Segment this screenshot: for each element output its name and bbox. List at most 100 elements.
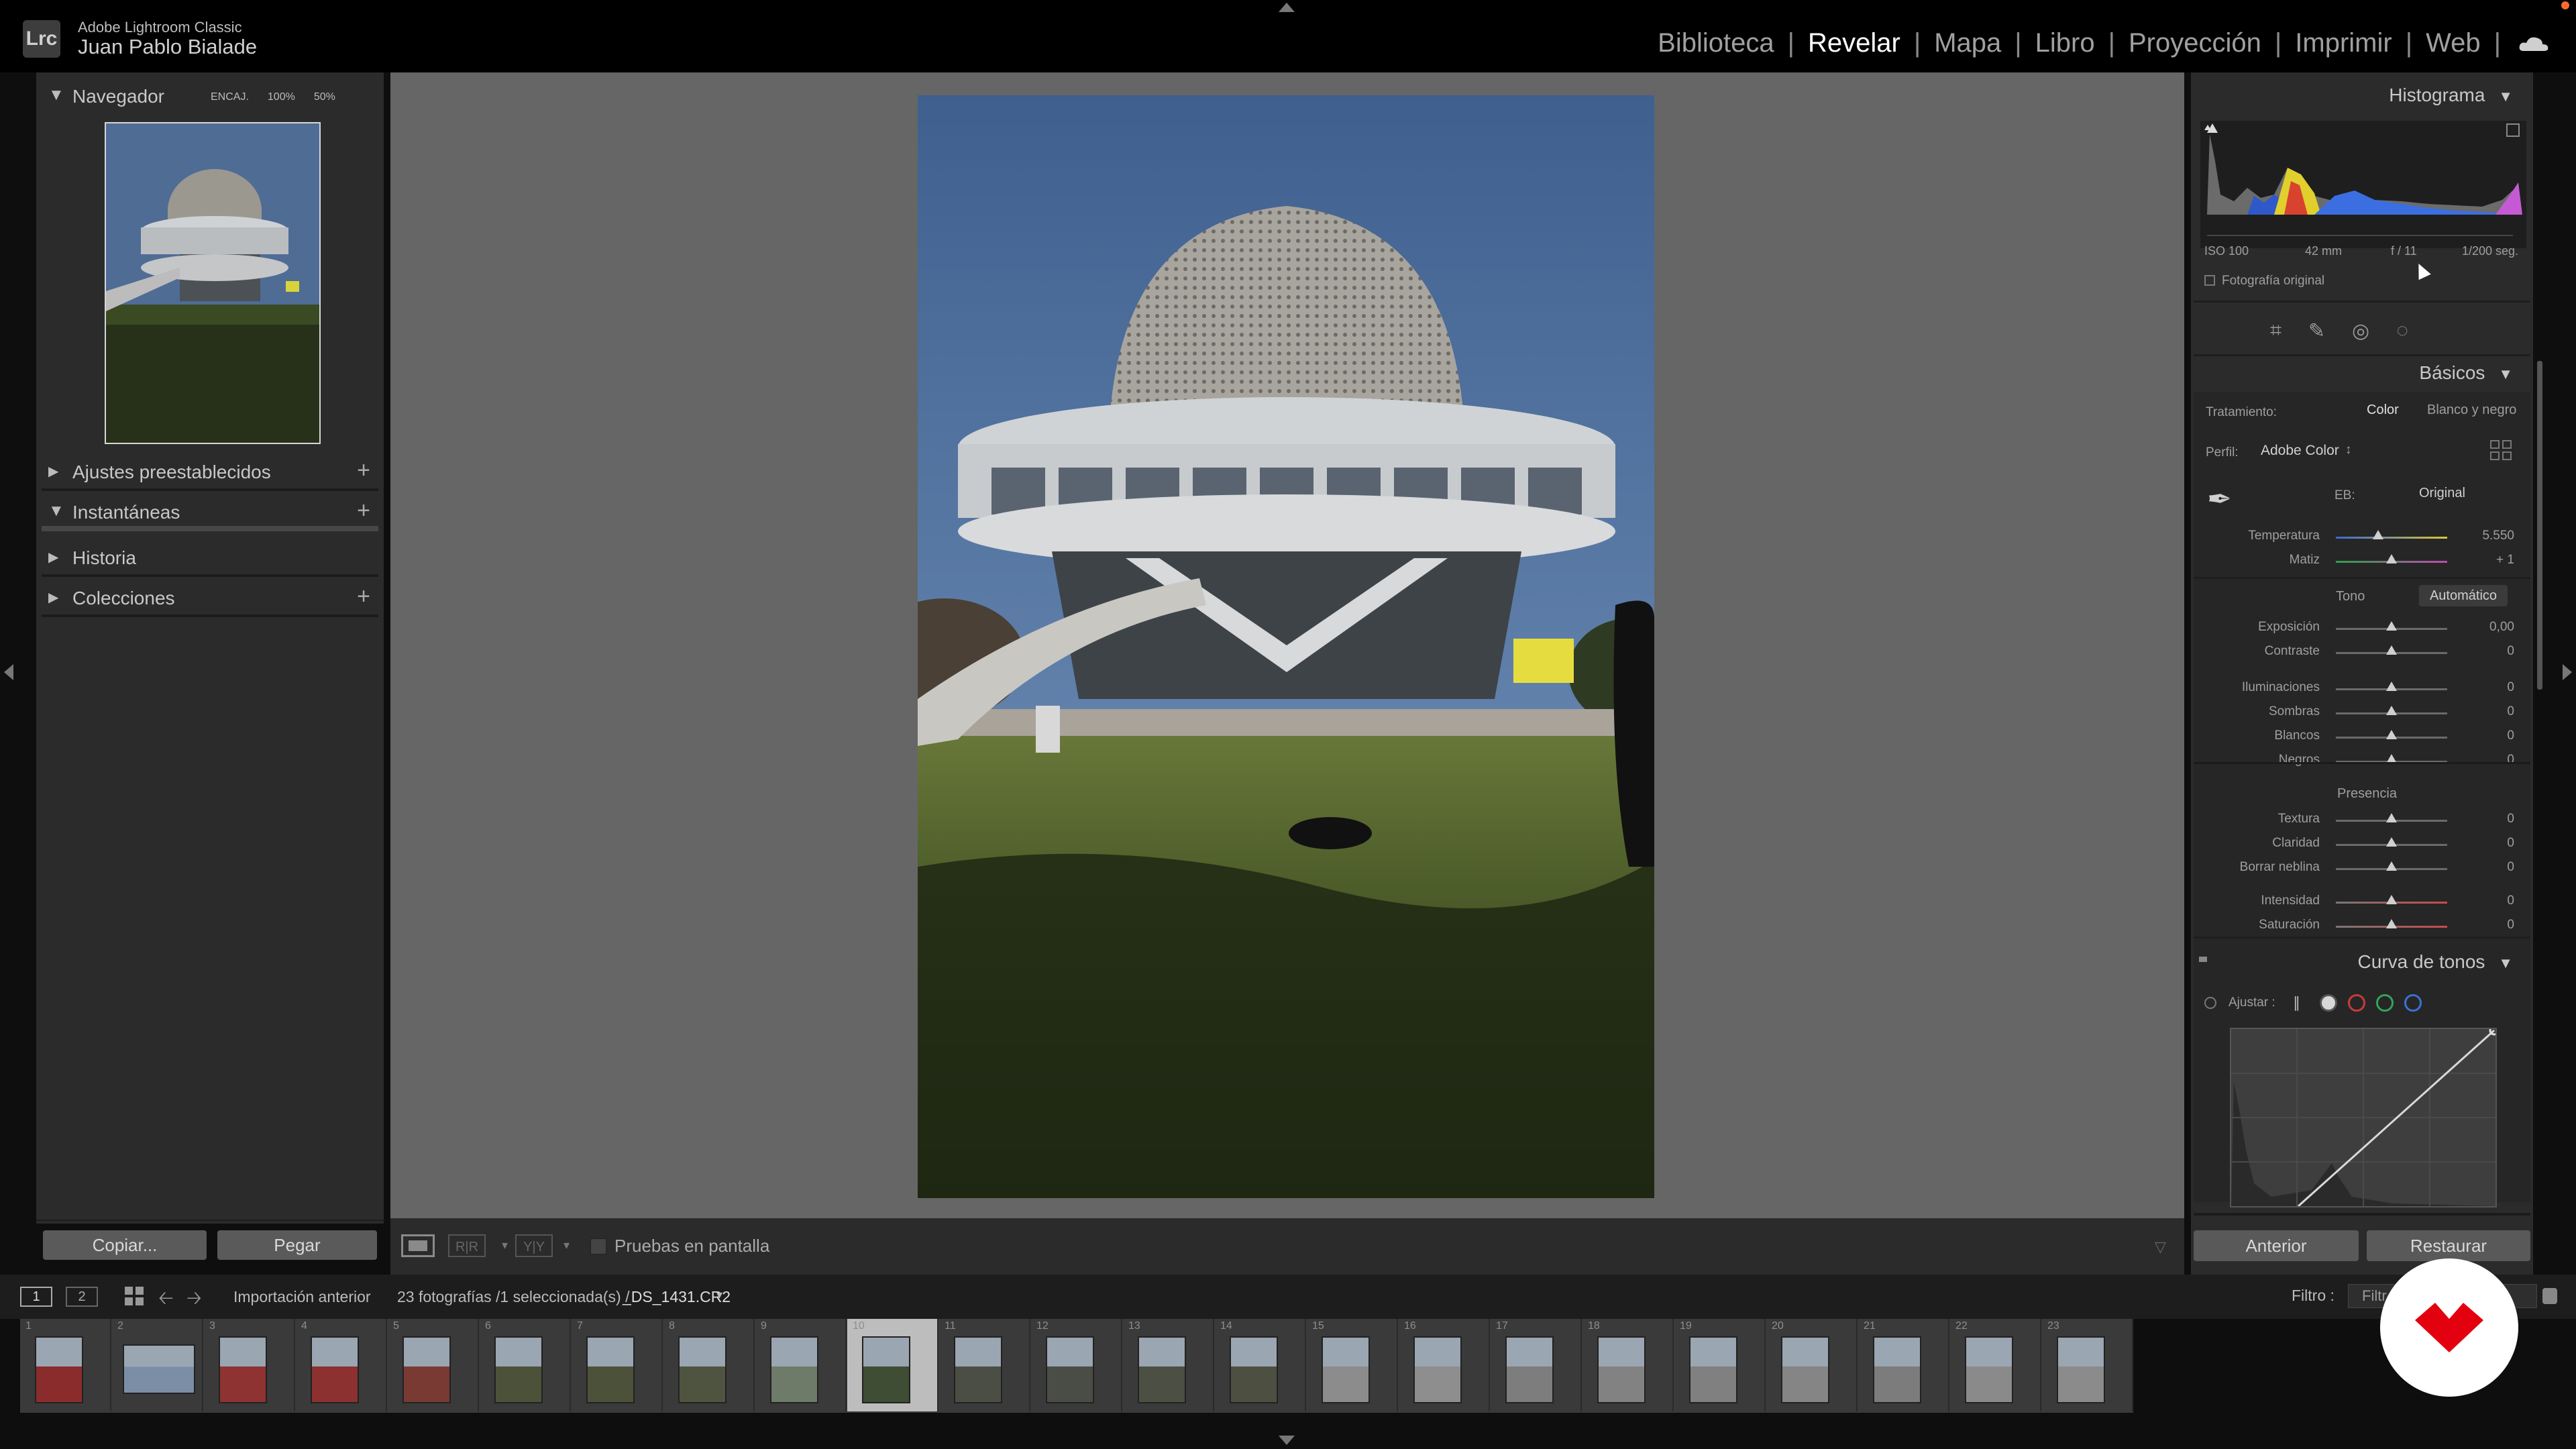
- slider-track[interactable]: [2336, 861, 2447, 871]
- slider-thumb[interactable]: [2386, 730, 2397, 739]
- slider-value[interactable]: 0: [2461, 918, 2514, 932]
- filmstrip-thumbnail[interactable]: 21: [1858, 1319, 1949, 1411]
- filmstrip-thumbnail[interactable]: 7: [572, 1319, 663, 1411]
- filmstrip-thumbnail[interactable]: 22: [1950, 1319, 2041, 1411]
- slider-value[interactable]: 0: [2461, 680, 2514, 695]
- slider-value[interactable]: 0: [2461, 894, 2514, 908]
- module-revelar[interactable]: Revelar: [1808, 28, 1900, 58]
- slider-value[interactable]: 0: [2461, 753, 2514, 767]
- red-channel-icon[interactable]: [2348, 994, 2365, 1012]
- add-preset-icon[interactable]: +: [357, 458, 370, 484]
- screen-1-button[interactable]: 1: [20, 1287, 52, 1307]
- snapshots-header[interactable]: ▼ Instantáneas +: [36, 492, 384, 531]
- copy-settings-button[interactable]: Copiar...: [43, 1230, 207, 1260]
- treatment-color-option[interactable]: Color: [2367, 402, 2399, 418]
- soft-proof-checkbox[interactable]: [590, 1238, 606, 1254]
- tone-curve-header[interactable]: Curva de tonos ▼: [2358, 951, 2513, 973]
- slider-thumb[interactable]: [2386, 682, 2397, 691]
- loupe-view-icon[interactable]: [401, 1234, 435, 1257]
- original-photo-checkbox[interactable]: [2204, 275, 2215, 286]
- slider-value[interactable]: 0: [2461, 836, 2514, 851]
- filmstrip-thumbnail[interactable]: 3: [204, 1319, 295, 1411]
- parametric-curve-icon[interactable]: ∥: [2293, 994, 2310, 1012]
- filmstrip-thumbnail[interactable]: 6: [480, 1319, 571, 1411]
- slider-track[interactable]: [2336, 621, 2447, 631]
- source-label[interactable]: Importación anterior: [233, 1288, 371, 1306]
- zoom-50-option[interactable]: 50%: [314, 91, 335, 103]
- treatment-bw-option[interactable]: Blanco y negro: [2427, 402, 2516, 418]
- filmstrip-thumbnail[interactable]: 11: [939, 1319, 1030, 1411]
- histogram-panel[interactable]: [2200, 121, 2526, 248]
- filmstrip-thumbnail[interactable]: 15: [1307, 1319, 1398, 1411]
- slider-track[interactable]: [2336, 645, 2447, 655]
- basics-header[interactable]: Básicos ▼: [2419, 362, 2513, 384]
- filmstrip-thumbnail[interactable]: 16: [1399, 1319, 1490, 1411]
- slider-value[interactable]: 0: [2461, 704, 2514, 719]
- back-arrow-icon[interactable]: 🡠: [158, 1284, 174, 1316]
- slider-track[interactable]: [2336, 682, 2447, 691]
- reset-button[interactable]: Restaurar: [2367, 1230, 2530, 1261]
- panel-switch-icon[interactable]: [2199, 957, 2207, 962]
- add-snapshot-icon[interactable]: +: [357, 498, 370, 524]
- slider-track[interactable]: [2336, 919, 2447, 928]
- cloud-sync-icon[interactable]: [2518, 35, 2549, 52]
- profile-select[interactable]: Adobe Color: [2261, 443, 2339, 459]
- toolbar-menu-icon[interactable]: ▽: [2155, 1238, 2166, 1256]
- left-panel-toggle-icon[interactable]: [4, 664, 13, 680]
- healing-brush-icon[interactable]: ✎: [2308, 319, 2325, 346]
- paste-settings-button[interactable]: Pegar: [217, 1230, 377, 1260]
- blue-channel-icon[interactable]: [2404, 994, 2422, 1012]
- filmstrip-thumbnail[interactable]: 23: [2042, 1319, 2133, 1411]
- filmstrip[interactable]: 1 2 3 4 5 6 7 8 9 10 11 12 13 14 15 16 17 18 19 20 21 22 23: [20, 1319, 2133, 1413]
- forward-arrow-icon[interactable]: 🡢: [186, 1284, 202, 1316]
- collections-header[interactable]: ▶ Colecciones +: [36, 578, 384, 617]
- tone-curve-graph[interactable]: [2230, 1028, 2497, 1208]
- image-viewer[interactable]: [390, 72, 2184, 1218]
- crop-icon[interactable]: ⌗: [2270, 319, 2282, 346]
- filmstrip-thumbnail[interactable]: 8: [663, 1319, 755, 1411]
- slider-thumb[interactable]: [2386, 621, 2397, 631]
- filmstrip-thumbnail[interactable]: 19: [1674, 1319, 1766, 1411]
- slider-value[interactable]: 0,00: [2461, 620, 2514, 635]
- module-mapa[interactable]: Mapa: [1934, 28, 2001, 58]
- filmstrip-thumbnail[interactable]: 1: [20, 1319, 111, 1411]
- filmstrip-thumbnail[interactable]: 18: [1582, 1319, 1674, 1411]
- zoom-100-option[interactable]: 100%: [268, 91, 295, 103]
- masking-icon[interactable]: ◌: [2396, 319, 2408, 346]
- navigator-header[interactable]: ▼ Navegador ENCAJ. 100% 50%: [36, 76, 384, 115]
- add-collection-icon[interactable]: +: [357, 584, 370, 610]
- right-panel-toggle-icon[interactable]: [2563, 664, 2572, 680]
- navigator-preview[interactable]: [105, 122, 321, 444]
- module-web[interactable]: Web: [2426, 28, 2481, 58]
- filmstrip-thumbnail[interactable]: 14: [1215, 1319, 1306, 1411]
- presets-header[interactable]: ▶ Ajustes preestablecidos +: [36, 452, 384, 491]
- module-imprimir[interactable]: Imprimir: [2295, 28, 2392, 58]
- slider-track[interactable]: [2336, 813, 2447, 822]
- red-eye-icon[interactable]: ◎: [2352, 319, 2369, 346]
- slider-value[interactable]: 0: [2461, 644, 2514, 659]
- filmstrip-thumbnail[interactable]: 12: [1031, 1319, 1122, 1411]
- slider-track[interactable]: [2336, 530, 2447, 539]
- filename-label[interactable]: _DS_1431.CR2: [623, 1288, 731, 1306]
- histogram-header[interactable]: Histograma ▼: [2389, 85, 2513, 106]
- history-header[interactable]: ▶ Historia: [36, 538, 384, 577]
- auto-tone-button[interactable]: Automático: [2419, 585, 2508, 606]
- slider-value[interactable]: 0: [2461, 860, 2514, 875]
- slider-thumb[interactable]: [2386, 895, 2397, 904]
- filmstrip-thumbnail[interactable]: 4: [296, 1319, 387, 1411]
- main-photo[interactable]: [918, 95, 1654, 1198]
- filmstrip-thumbnail[interactable]: 9: [755, 1319, 847, 1411]
- slider-thumb[interactable]: [2386, 919, 2397, 928]
- wb-select[interactable]: Original: [2419, 486, 2465, 501]
- slider-thumb[interactable]: [2386, 837, 2397, 847]
- target-adjust-icon[interactable]: [2204, 997, 2216, 1009]
- filmstrip-thumbnail[interactable]: 13: [1123, 1319, 1214, 1411]
- filmstrip-thumbnail[interactable]: 20: [1766, 1319, 1858, 1411]
- slider-track[interactable]: [2336, 554, 2447, 564]
- filter-lock-icon[interactable]: [2542, 1288, 2557, 1304]
- slider-thumb[interactable]: [2386, 645, 2397, 655]
- slider-value[interactable]: 5.550: [2461, 529, 2514, 543]
- slider-track[interactable]: [2336, 706, 2447, 715]
- module-biblioteca[interactable]: Biblioteca: [1658, 28, 1774, 58]
- slider-thumb[interactable]: [2386, 813, 2397, 822]
